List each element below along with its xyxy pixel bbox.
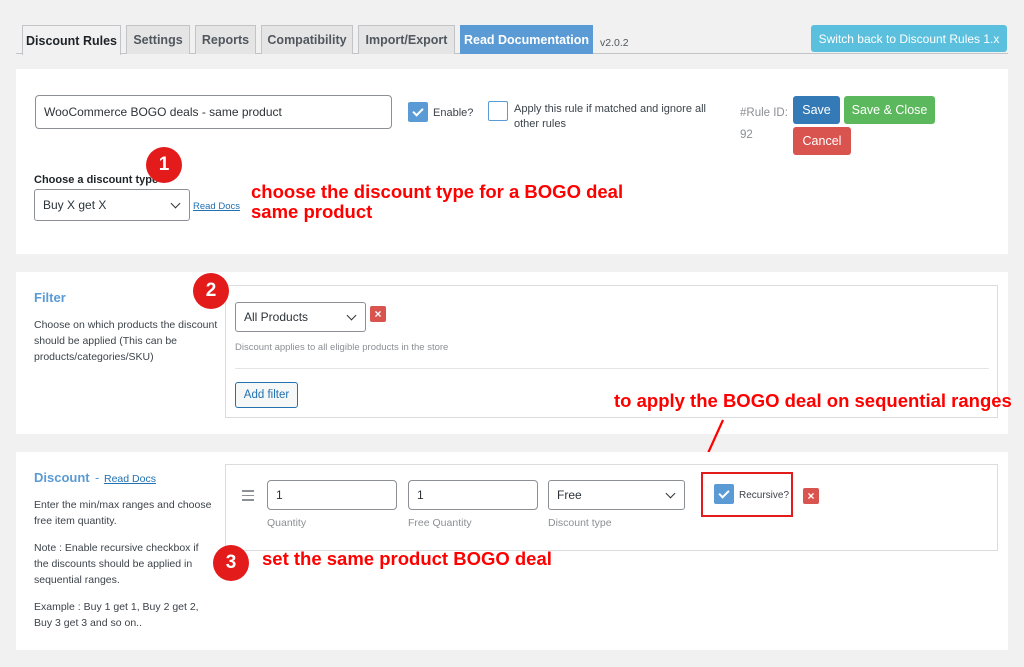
read-docs-link[interactable]: Read Docs [193,201,240,212]
save-close-button[interactable]: Save & Close [844,96,935,124]
tab-compatibility[interactable]: Compatibility [261,25,353,54]
annotation-same-product: set the same product BOGO deal [262,548,552,569]
free-quantity-label: Free Quantity [408,517,472,529]
add-filter-button[interactable]: Add filter [235,382,298,408]
save-button[interactable]: Save [793,96,840,124]
version-label: v2.0.2 [600,37,629,49]
quantity-input[interactable]: 1 [267,480,397,510]
rule-title-input[interactable]: WooCommerce BOGO deals - same product [35,95,392,129]
discount-type-range-value: Free [557,488,582,502]
tab-settings[interactable]: Settings [126,25,190,54]
free-quantity-value: 1 [417,488,424,502]
discount-type-value: Buy X get X [43,198,107,212]
discount-title-separator: - [95,470,100,485]
filter-description: Choose on which products the discount sh… [34,319,218,363]
rule-id-label: #Rule ID: [740,107,788,119]
quantity-label: Quantity [267,517,307,529]
chevron-down-icon [170,198,181,208]
remove-filter-icon[interactable]: × [370,306,386,322]
discount-type-select[interactable]: Buy X get X [34,189,190,221]
enable-checkbox[interactable] [408,102,428,122]
apply-ignore-checkbox[interactable] [488,101,508,121]
filter-title: Filter [34,290,66,305]
discount-type-label: Choose a discount type [34,174,159,186]
annotation-number-1: 1 [146,147,182,183]
discount-type-range-select[interactable]: Free [548,480,685,510]
discount-read-docs-link[interactable]: Read Docs [104,473,156,485]
tab-reports[interactable]: Reports [195,25,256,54]
discount-recursive-note: Note : Enable recursive checkbox if the … [34,542,199,586]
annotation-number-3: 3 [213,545,249,581]
quantity-value: 1 [276,488,283,502]
free-quantity-input[interactable]: 1 [408,480,538,510]
annotation-discount-type: choose the discount type for a BOGO deal… [251,181,624,222]
filter-select-value: All Products [244,310,309,324]
filter-help-text: Discount applies to all eligible product… [235,342,449,353]
annotation-recursive: to apply the BOGO deal on sequential ran… [614,390,1012,411]
cancel-button[interactable]: Cancel [793,127,851,155]
checkmark-icon [718,486,730,499]
apply-ignore-label: Apply this rule if matched and ignore al… [514,103,706,130]
switch-back-button[interactable]: Switch back to Discount Rules 1.x [811,25,1007,52]
tab-discount-rules[interactable]: Discount Rules [22,25,121,55]
recursive-checkbox[interactable] [714,484,734,504]
discount-example: Example : Buy 1 get 1, Buy 2 get 2, Buy … [34,601,199,629]
recursive-label: Recursive? [739,490,790,501]
remove-range-icon[interactable]: × [803,488,819,504]
checkmark-icon [412,104,424,117]
enable-label: Enable? [433,107,474,119]
drag-handle-icon[interactable] [242,490,254,504]
filter-divider [235,368,989,369]
chevron-down-icon [346,310,357,320]
chevron-down-icon [665,488,676,498]
tab-import-export[interactable]: Import/Export [358,25,455,54]
tab-read-documentation[interactable]: Read Documentation [460,25,593,54]
filter-select[interactable]: All Products [235,302,366,332]
annotation-number-2: 2 [193,273,229,309]
rule-title-value: WooCommerce BOGO deals - same product [44,105,282,119]
discount-type-range-label: Discount type [548,517,612,529]
discount-title: Discount [34,470,90,485]
discount-description: Enter the min/max ranges and choose free… [34,499,212,527]
rule-id-value: 92 [740,129,753,141]
